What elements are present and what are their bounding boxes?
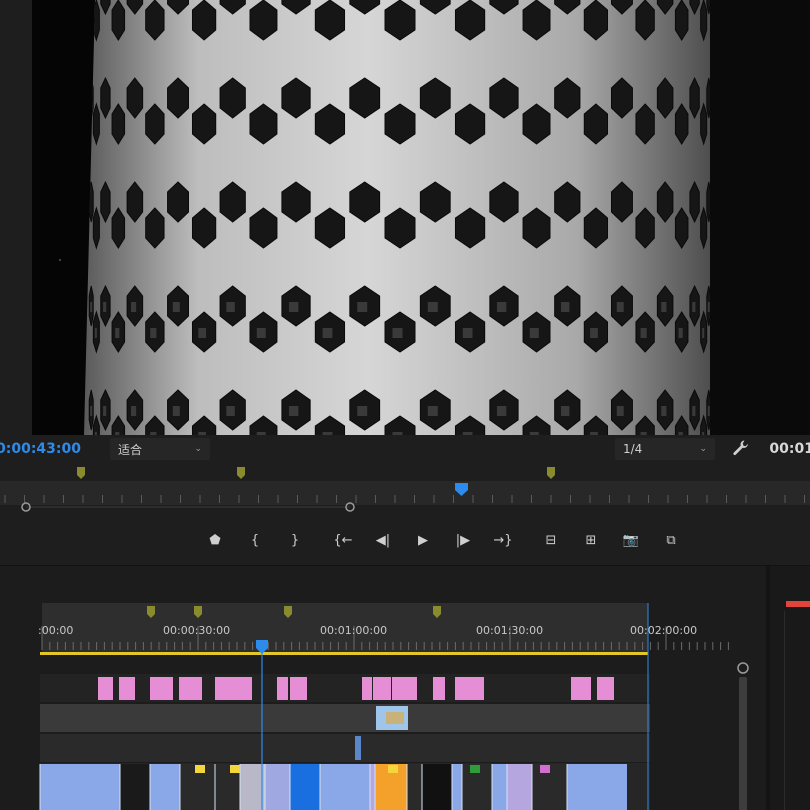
audio-clip[interactable] xyxy=(469,677,484,700)
video-clip[interactable] xyxy=(40,764,120,810)
fx-badge-icon xyxy=(388,765,398,773)
work-area-bar[interactable] xyxy=(40,652,648,655)
timeline-tracks[interactable] xyxy=(0,566,770,810)
video-clip[interactable] xyxy=(407,764,422,810)
chevron-down-icon: ⌄ xyxy=(194,444,202,454)
fx-badge-icon xyxy=(470,765,480,773)
lift-button[interactable]: ⊟ xyxy=(531,527,571,553)
mark-in-icon: { xyxy=(250,532,260,548)
ruler-label-1m: 00:01:00:00 xyxy=(320,624,388,637)
fx-badge-icon xyxy=(540,765,550,773)
program-monitor xyxy=(0,0,810,435)
timeline-panel: :00:00 00:00:30:00 00:01:00:00 00:01:30:00 0… xyxy=(0,565,810,810)
ruler-label-2m: 00:02:00:00 xyxy=(630,624,698,637)
step-forward-button[interactable]: |▶ xyxy=(443,527,483,553)
audio-clip[interactable] xyxy=(228,677,240,700)
monitor-controls: 0:00:43:00 适合 ⌄ 1/4 ⌄ 00:01 ⬟ {} {← ◀| ▶ |▶ →}… xyxy=(0,435,810,565)
video-clip[interactable] xyxy=(567,764,627,810)
audio-clip[interactable] xyxy=(290,677,307,700)
mark-out-button[interactable]: } xyxy=(275,527,315,553)
audio-clip[interactable] xyxy=(119,677,135,700)
export-frame-button[interactable]: 📷 xyxy=(611,527,651,553)
fx-badge-icon xyxy=(230,765,240,773)
ruler-label-0: :00:00 xyxy=(38,624,74,637)
step-back-icon: ◀| xyxy=(375,532,391,548)
video-clip[interactable] xyxy=(120,764,150,810)
audio-clip[interactable] xyxy=(215,677,228,700)
step-forward-icon: |▶ xyxy=(455,532,471,548)
zoom-level-select[interactable]: 适合 ⌄ xyxy=(110,438,210,460)
vertical-scrollbar[interactable] xyxy=(734,661,750,810)
monitor-right-panel xyxy=(710,0,810,435)
video-clip[interactable] xyxy=(150,764,180,810)
go-to-in-button[interactable]: {← xyxy=(323,527,363,553)
playback-resolution-value: 1/4 xyxy=(623,442,643,456)
audio-clip[interactable] xyxy=(455,677,469,700)
video-clip[interactable] xyxy=(422,764,452,810)
audio-clip[interactable] xyxy=(150,677,173,700)
video-clip[interactable] xyxy=(507,764,532,810)
lift-icon: ⊟ xyxy=(545,532,557,548)
play-icon: ▶ xyxy=(418,532,428,548)
video-clip[interactable] xyxy=(492,764,507,810)
chevron-down-icon: ⌄ xyxy=(699,444,707,454)
add-marker-button[interactable]: ⬟ xyxy=(195,527,235,553)
compare-view-button[interactable]: ⧉ xyxy=(651,527,691,553)
audio-clip[interactable] xyxy=(179,677,202,700)
go-to-out-button[interactable]: →} xyxy=(483,527,523,553)
compare-view-icon: ⧉ xyxy=(666,532,676,548)
fx-badge-icon xyxy=(195,765,205,773)
play-button[interactable]: ▶ xyxy=(403,527,443,553)
current-timecode[interactable]: 0:00:43:00 xyxy=(0,441,81,457)
go-to-out-icon: →} xyxy=(493,532,513,548)
video-clip[interactable] xyxy=(320,764,370,810)
extract-button[interactable]: ⊞ xyxy=(571,527,611,553)
audio-clip[interactable] xyxy=(98,677,113,700)
mark-out-icon: } xyxy=(290,532,300,548)
video-clip[interactable] xyxy=(370,764,375,810)
audio-clip[interactable] xyxy=(277,677,288,700)
audio-clip[interactable] xyxy=(571,677,591,700)
audio-clip[interactable] xyxy=(433,677,445,700)
marker[interactable] xyxy=(547,467,555,479)
video-clip[interactable] xyxy=(452,764,462,810)
transport-controls: ⬟ {} {← ◀| ▶ |▶ →} ⊟ ⊞ 📷 ⧉ xyxy=(195,527,691,553)
ruler-label-30s: 00:00:30:00 xyxy=(163,624,231,637)
video-clip[interactable] xyxy=(290,764,320,810)
playback-resolution-select[interactable]: 1/4 ⌄ xyxy=(615,438,715,460)
video-clip[interactable] xyxy=(240,764,265,810)
ruler-label-1m30s: 00:01:30:00 xyxy=(476,624,544,637)
audio-peak-indicator xyxy=(786,601,810,607)
preview-frame xyxy=(59,0,791,435)
zoom-level-value: 适合 xyxy=(118,442,143,457)
go-to-in-icon: {← xyxy=(333,532,353,548)
monitor-time-ruler[interactable] xyxy=(0,465,810,515)
step-back-button[interactable]: ◀| xyxy=(363,527,403,553)
export-frame-icon: 📷 xyxy=(622,532,640,548)
extract-icon: ⊞ xyxy=(585,532,597,548)
marker[interactable] xyxy=(237,467,245,479)
audio-clip[interactable] xyxy=(362,677,372,700)
wrench-icon[interactable] xyxy=(732,439,750,461)
audio-clip[interactable] xyxy=(373,677,391,700)
duration-timecode: 00:01 xyxy=(769,441,810,457)
audio-clip[interactable] xyxy=(392,677,417,700)
audio-clip[interactable] xyxy=(240,677,252,700)
video-clip[interactable] xyxy=(265,764,290,810)
video-clip[interactable] xyxy=(355,736,361,760)
add-marker-icon: ⬟ xyxy=(209,532,221,548)
mark-in-button[interactable]: { xyxy=(235,527,275,553)
marker[interactable] xyxy=(77,467,85,479)
audio-clip[interactable] xyxy=(597,677,614,700)
